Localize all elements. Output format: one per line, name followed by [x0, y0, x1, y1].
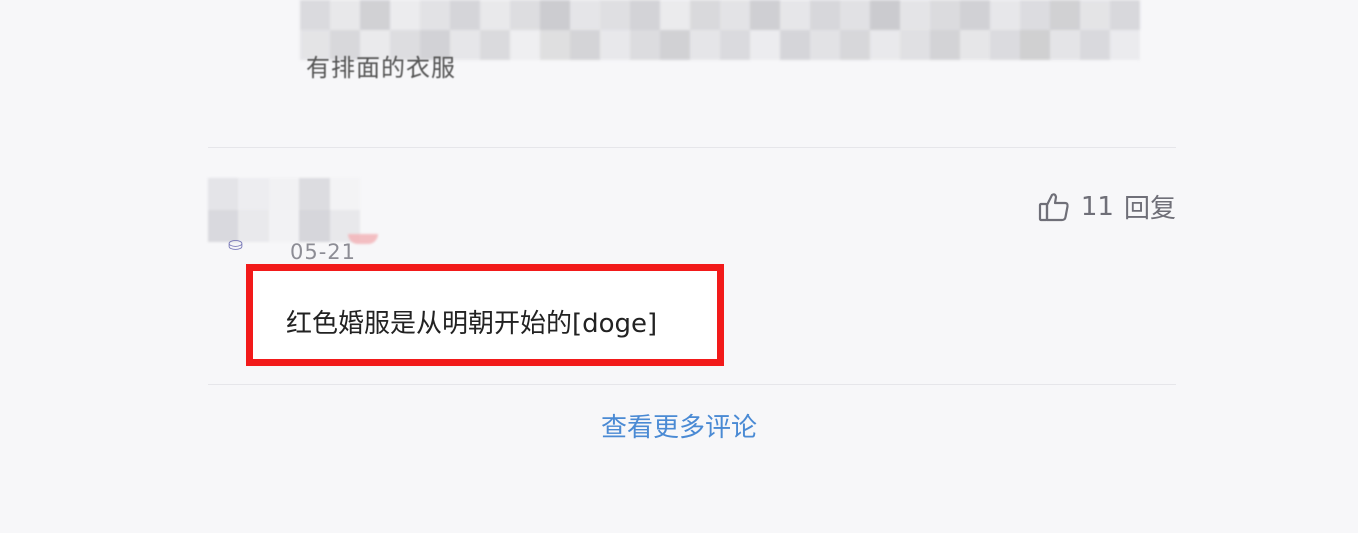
avatar[interactable] — [208, 178, 360, 242]
divider — [208, 384, 1176, 385]
reply-text: 有排面的衣服 — [306, 54, 456, 82]
view-more-comments-link[interactable]: 查看更多评论 — [0, 407, 1358, 444]
previous-reply: 有排面的衣服 — [300, 0, 1140, 110]
like-count: 11 — [1080, 191, 1114, 222]
highlighted-comment-box: 红色婚服是从明朝开始的[doge] — [246, 264, 724, 366]
thumbs-up-icon[interactable] — [1037, 190, 1071, 224]
comment-date: 05-21 — [290, 240, 357, 264]
comment-actions: 11 回复 — [1037, 188, 1176, 225]
comment-item: ⛀ 05-21 11 回复 红色婚服是从明朝开始的[doge] — [208, 148, 1176, 384]
comment-text: 红色婚服是从明朝开始的[doge] — [286, 309, 658, 339]
reply-button[interactable]: 回复 — [1124, 188, 1176, 225]
user-badge-icon: ⛀ — [228, 234, 244, 255]
